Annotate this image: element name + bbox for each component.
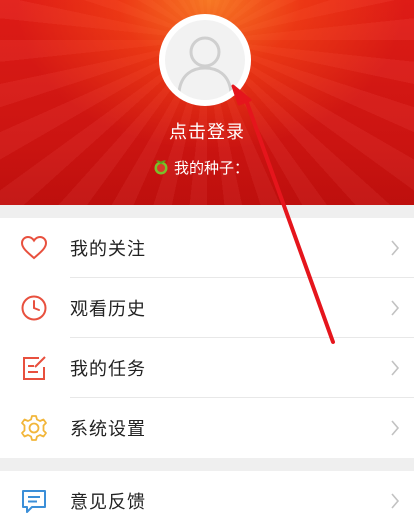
avatar[interactable] xyxy=(159,14,251,106)
menu-item-label: 观看历史 xyxy=(70,299,146,320)
menu-item-label: 意见反馈 xyxy=(70,492,146,513)
menu-item-system-settings[interactable]: 系统设置 xyxy=(0,398,414,458)
menu-item-label: 我的关注 xyxy=(70,239,146,260)
clock-icon xyxy=(21,295,47,321)
menu-item-watch-history[interactable]: 观看历史 xyxy=(0,278,414,338)
gear-icon xyxy=(21,415,47,441)
heart-icon xyxy=(20,235,48,260)
task-icon xyxy=(23,356,46,380)
menu-item-label: 系统设置 xyxy=(70,419,146,440)
chevron-right-icon xyxy=(391,240,400,256)
chevron-right-icon xyxy=(391,300,400,316)
my-seeds: 我的种子： xyxy=(153,156,249,178)
chevron-right-icon xyxy=(391,420,400,436)
menu-list: 我的关注 观看历史 我的任务 系统设置 xyxy=(0,218,414,458)
default-avatar-icon xyxy=(165,20,245,100)
feedback-icon xyxy=(22,490,46,513)
menu-item-my-follows[interactable]: 我的关注 xyxy=(0,218,414,278)
feedback-group: 意见反馈 xyxy=(0,471,414,520)
menu-item-label: 我的任务 xyxy=(70,359,146,380)
seed-icon xyxy=(154,160,168,175)
seeds-label: 我的种子： xyxy=(174,158,250,177)
menu-item-my-tasks[interactable]: 我的任务 xyxy=(0,338,414,398)
profile-header: 点击登录 我的种子： xyxy=(0,0,414,205)
chevron-right-icon xyxy=(391,360,400,376)
chevron-right-icon xyxy=(391,493,400,509)
menu-item-feedback[interactable]: 意见反馈 xyxy=(0,471,414,520)
login-link[interactable]: 点击登录 xyxy=(0,118,414,144)
